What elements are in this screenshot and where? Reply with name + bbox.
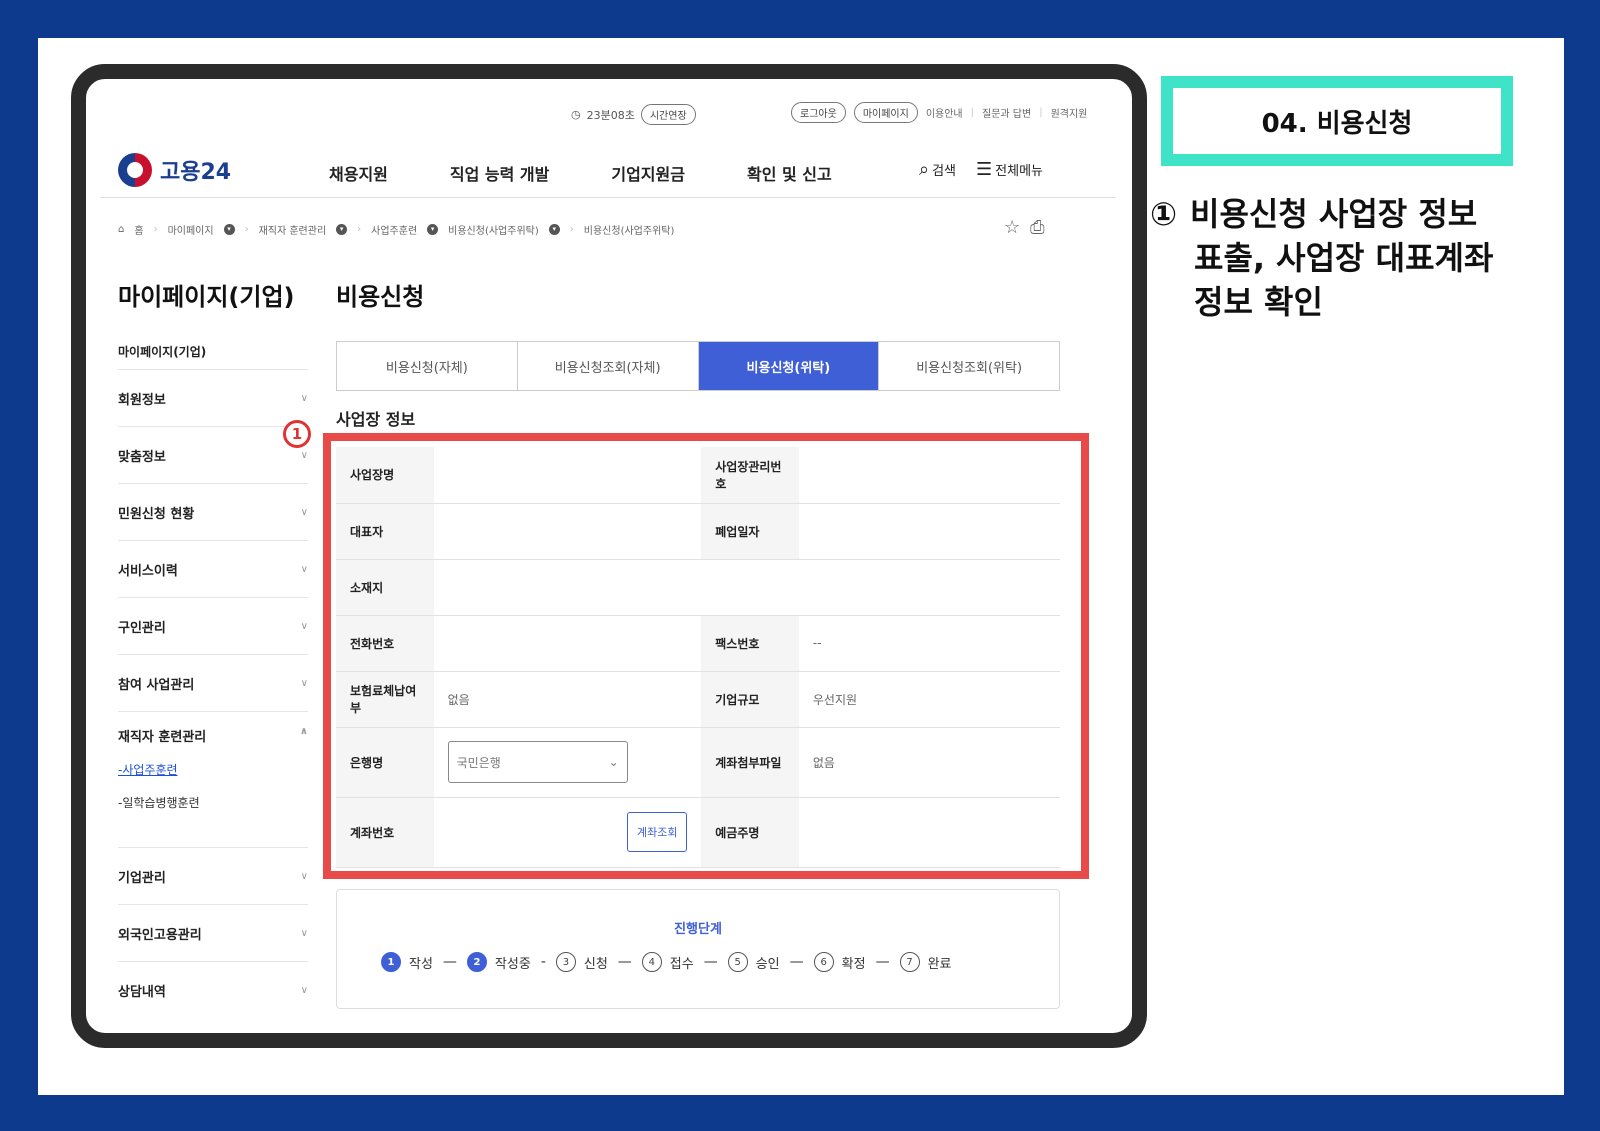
nav-item-recruit[interactable]: 채용지원 <box>329 161 388 185</box>
note-line-1: 비용신청 사업장 정보 <box>1190 195 1478 233</box>
annotation-marker: 1 <box>283 420 311 448</box>
breadcrumb-training[interactable]: 재직자 훈련관리 <box>259 222 327 237</box>
session-timer: ◷ 23분08초 시간연장 <box>571 104 696 125</box>
hamburger-icon: ☰ <box>976 159 993 180</box>
clock-icon: ◷ <box>571 108 581 121</box>
tab-bar: 비용신청(자체) 비용신청조회(자체) 비용신청(위탁) 비용신청조회(위탁) <box>336 341 1060 391</box>
tab-request-consign[interactable]: 비용신청(위탁) <box>698 342 880 390</box>
highlight-box <box>323 433 1089 879</box>
sidebar-subtitle[interactable]: 마이페이지(기업) <box>118 343 206 360</box>
chevron-down-icon: ∨ <box>300 927 308 939</box>
sidebar-item-company[interactable]: 기업관리 ∨ <box>118 847 308 904</box>
logo[interactable]: 고용24 <box>118 153 231 187</box>
sidebar-item-project[interactable]: 참여 사업관리 ∨ <box>118 654 308 711</box>
tab-inquiry-self[interactable]: 비용신청조회(자체) <box>517 342 699 390</box>
step-7: 7 완료 <box>899 952 951 972</box>
breadcrumb-current: 비용신청(사업주위탁) <box>583 226 675 237</box>
sidebar-item-petition[interactable]: 민원신청 현황 ∨ <box>118 483 308 540</box>
sidebar-item-recruit[interactable]: 구인관리 ∨ <box>118 597 308 654</box>
dropdown-icon[interactable]: ▾ <box>223 224 235 235</box>
nav-item-training[interactable]: 직업 능력 개발 <box>450 161 549 185</box>
step-2: 2 작성중 <box>466 952 531 972</box>
taegeuk-logo-icon <box>118 153 152 187</box>
step-4: 4 접수 <box>641 952 694 972</box>
remote-support-link[interactable]: 원격지원 <box>1051 105 1088 120</box>
sidebar-title: 마이페이지(기업) <box>118 283 295 311</box>
circled-one-icon: ① <box>1150 195 1178 233</box>
annotation-note: ① 비용신청 사업장 정보 표출, 사업장 대표계좌 정보 확인 <box>1150 192 1550 324</box>
nav-item-report[interactable]: 확인 및 신고 <box>747 161 832 185</box>
search-icon: ⌕ <box>919 159 930 180</box>
step-3: 3 신청 <box>555 952 608 972</box>
header-tools: ⌕ 검색 ☰ 전체메뉴 <box>919 159 1043 180</box>
header-divider <box>100 197 1116 198</box>
screen: ◷ 23분08초 시간연장 로그아웃 마이페이지 이용안내 | 질문과 답변 |… <box>86 79 1132 1033</box>
guide-link[interactable]: 이용안내 <box>926 105 963 120</box>
step-1: 1 작성 <box>381 952 433 972</box>
sidebar-subitem-work-learning[interactable]: -일학습병행훈련 <box>118 794 308 811</box>
sidebar-item-foreign[interactable]: 외국인고용관리 ∨ <box>118 904 308 961</box>
main-nav: 채용지원 직업 능력 개발 기업지원금 확인 및 신고 <box>329 161 832 185</box>
home-icon[interactable]: ⌂ <box>118 224 124 235</box>
chevron-up-icon: ∧ <box>299 726 308 737</box>
breadcrumb-cost-request[interactable]: 비용신청(사업주위탁) <box>448 222 539 237</box>
chevron-down-icon: ∨ <box>300 870 308 882</box>
slide: ◷ 23분08초 시간연장 로그아웃 마이페이지 이용안내 | 질문과 답변 |… <box>38 38 1564 1095</box>
chevron-down-icon: ∨ <box>300 984 308 996</box>
sidebar-item-custom[interactable]: 맞춤정보 ∨ <box>118 426 308 483</box>
chevron-down-icon: ∨ <box>300 620 308 632</box>
sidebar-item-consult[interactable]: 상담내역 ∨ <box>118 961 308 1018</box>
sidebar-item-history[interactable]: 서비스이력 ∨ <box>118 540 308 597</box>
logout-button[interactable]: 로그아웃 <box>791 102 846 123</box>
sidebar-item-training: 재직자 훈련관리 ∧ -사업주훈련 -일학습병행훈련 <box>118 711 308 847</box>
section-title: 사업장 정보 <box>336 410 416 429</box>
timer-text: 23분08초 <box>586 108 635 122</box>
step-title-box: 04. 비용신청 <box>1161 76 1513 166</box>
extend-time-button[interactable]: 시간연장 <box>640 104 696 125</box>
nav-item-subsidy[interactable]: 기업지원금 <box>611 161 685 185</box>
sidebar-menu: 회원정보 ∨ 맞춤정보 ∨ 민원신청 현황 ∨ 서비스이력 ∨ 구인관리 ∨ 참여 사업관… <box>118 369 308 1018</box>
note-line-2: 표출, 사업장 대표계좌 <box>1194 239 1494 277</box>
breadcrumb-employer-training[interactable]: 사업주훈련 <box>371 222 417 237</box>
sidebar-item-training-header[interactable]: 재직자 훈련관리 ∧ <box>118 726 308 745</box>
chevron-down-icon: ∨ <box>300 506 308 518</box>
progress-steps: 1 작성 — 2 작성중 - 3 신청 — 4 접수 — 5 승인 — 6 확정 — 7 완료 <box>381 952 951 972</box>
search-button[interactable]: ⌕ 검색 <box>919 159 956 180</box>
all-menu-button[interactable]: ☰ 전체메뉴 <box>976 159 1043 180</box>
progress-title: 진행단계 <box>674 922 722 937</box>
utility-links: 로그아웃 마이페이지 이용안내 | 질문과 답변 | 원격지원 <box>791 102 1087 123</box>
breadcrumb: ⌂ 홈 › 마이페이지 ▾ › 재직자 훈련관리 ▾ › 사업주훈련 ▾ 비용신… <box>118 222 675 237</box>
breadcrumb-home[interactable]: 홈 <box>134 222 143 237</box>
step-5: 5 승인 <box>727 952 780 972</box>
mypage-button[interactable]: 마이페이지 <box>853 102 918 123</box>
print-icon[interactable]: ⎙ <box>1030 217 1044 238</box>
dropdown-icon[interactable]: ▾ <box>548 224 560 235</box>
star-icon[interactable]: ☆ <box>1004 217 1020 238</box>
tablet-frame: ◷ 23분08초 시간연장 로그아웃 마이페이지 이용안내 | 질문과 답변 |… <box>71 64 1147 1048</box>
qna-link[interactable]: 질문과 답변 <box>982 105 1031 120</box>
page-title: 비용신청 <box>336 283 425 311</box>
sidebar-subitem-employer-training[interactable]: -사업주훈련 <box>118 761 308 778</box>
progress-panel: 진행단계 1 작성 — 2 작성중 - 3 신청 — 4 접수 — 5 승인 — 6 확정 … <box>336 889 1060 1009</box>
sidebar-item-member[interactable]: 회원정보 ∨ <box>118 369 308 426</box>
tab-inquiry-consign[interactable]: 비용신청조회(위탁) <box>879 342 1059 390</box>
page-tools: ☆ ⎙ <box>1004 217 1045 238</box>
chevron-down-icon: ∨ <box>300 449 308 461</box>
dropdown-icon[interactable]: ▾ <box>336 224 348 235</box>
dropdown-icon[interactable]: ▾ <box>427 224 439 235</box>
chevron-down-icon: ∨ <box>300 392 308 404</box>
step-6: 6 확정 <box>813 952 866 972</box>
note-line-3: 정보 확인 <box>1194 283 1323 321</box>
breadcrumb-mypage[interactable]: 마이페이지 <box>168 222 214 237</box>
logo-text: 고용24 <box>160 160 232 185</box>
chevron-down-icon: ∨ <box>300 677 308 689</box>
tab-request-self[interactable]: 비용신청(자체) <box>337 342 518 390</box>
chevron-down-icon: ∨ <box>300 563 308 575</box>
utility-bar: ◷ 23분08초 시간연장 로그아웃 마이페이지 이용안내 | 질문과 답변 |… <box>86 99 1132 127</box>
